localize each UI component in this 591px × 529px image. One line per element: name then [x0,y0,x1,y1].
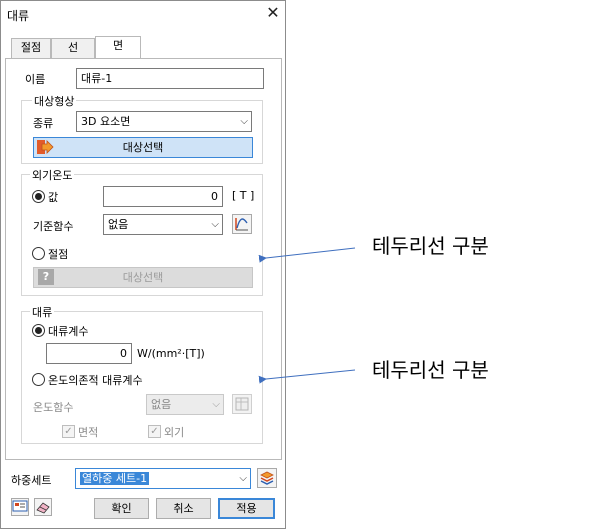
annotation-arrows [258,247,356,384]
tab-face-label: 면 [112,39,124,52]
annotation-label-1: 테두리선 구분 [372,234,489,258]
tab-face[interactable]: 면 [95,36,141,58]
annotation-arrow-2 [258,369,356,384]
annotation-arrow-1 [258,247,356,263]
annotation-label-2: 테두리선 구분 [372,358,489,382]
